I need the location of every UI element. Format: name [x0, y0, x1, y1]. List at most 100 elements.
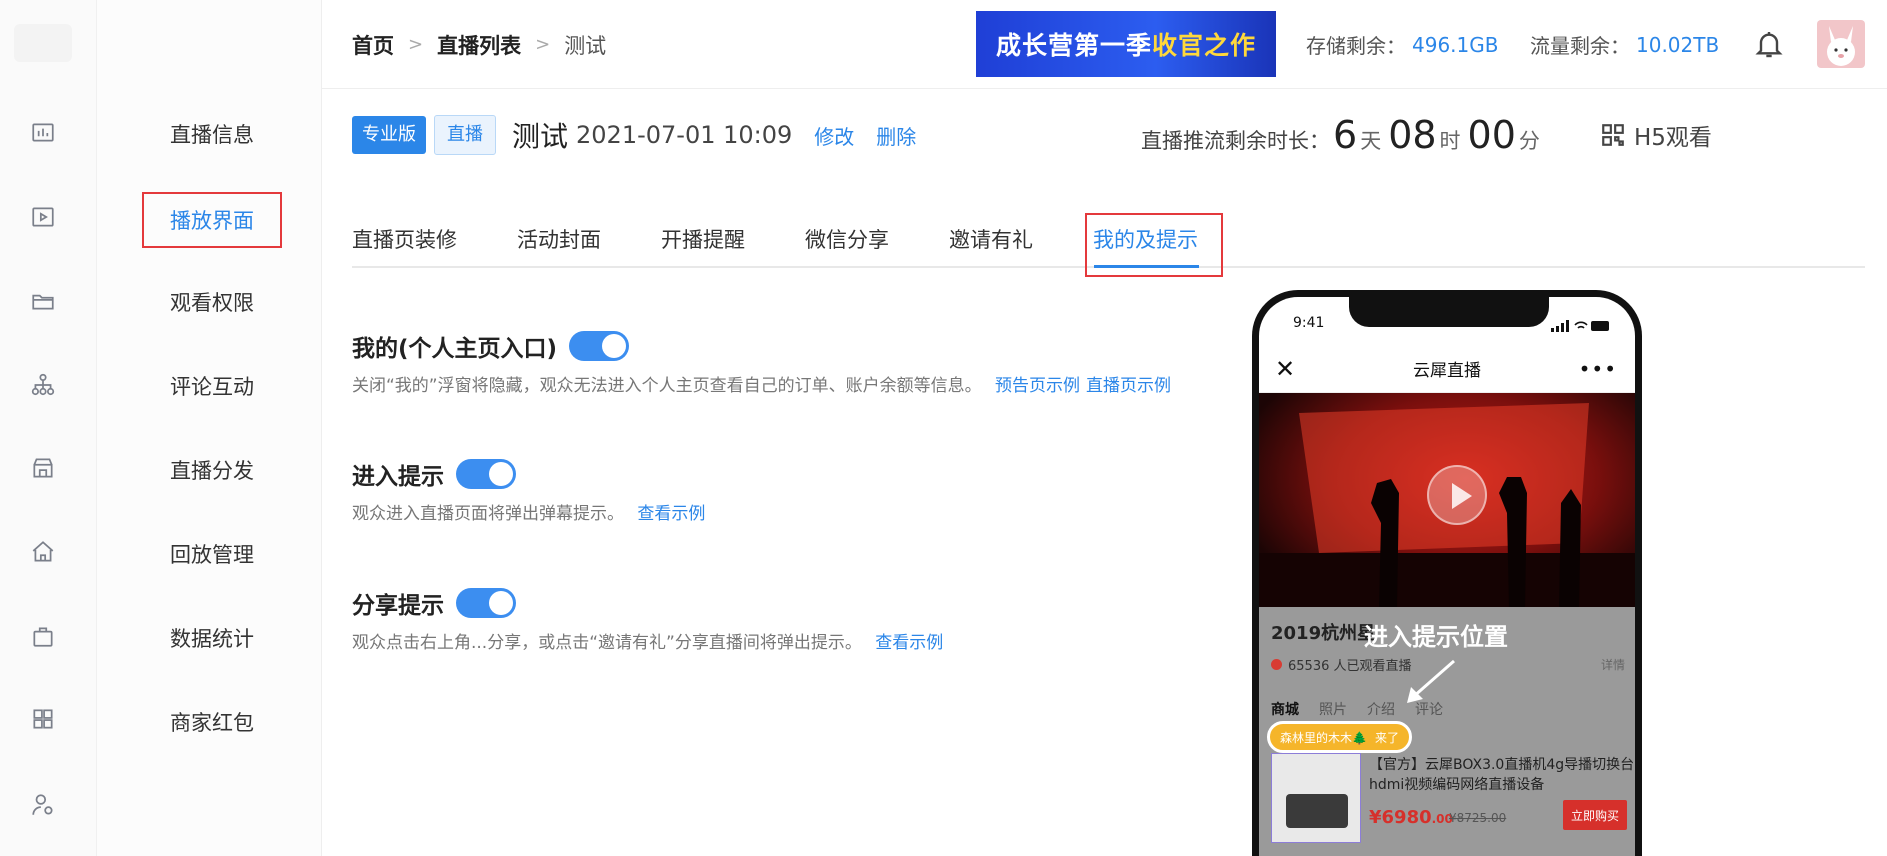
tab-invite-reward[interactable]: 邀请有礼 — [949, 210, 1033, 268]
icon-rail — [0, 0, 97, 856]
edit-link[interactable]: 修改 — [814, 121, 854, 150]
breadcrumb-home[interactable]: 首页 — [352, 30, 394, 60]
h5-view-label: H5观看 — [1634, 125, 1712, 151]
tab-start-reminder[interactable]: 开播提醒 — [661, 210, 745, 268]
enter-hint-position-label: 进入提示位置 — [1364, 623, 1508, 651]
active-tab-underline — [1094, 265, 1199, 268]
live-page-example-link[interactable]: 直播页示例 — [1086, 376, 1171, 396]
promo-banner[interactable]: 成长营第一季 收官之作 — [976, 11, 1276, 77]
top-header: 首页 > 直播列表 > 测试 成长营第一季 收官之作 存储剩余： 496.1GB … — [322, 0, 1887, 89]
bell-icon[interactable] — [1753, 27, 1785, 61]
chevron-right-icon: > — [535, 34, 551, 55]
setting-share-hint-desc: 观众点击右上角...分享，或点击“邀请有礼”分享直播间将弹出提示。 — [352, 633, 862, 653]
viewer-count: 65536 人已观看直播 — [1271, 655, 1412, 674]
buy-now-button[interactable]: 立即购买 — [1563, 800, 1627, 830]
setting-enter-hint-toggle[interactable] — [456, 459, 516, 489]
toast-name: 森林里的木木🌲 — [1280, 730, 1367, 745]
setting-mine-toggle[interactable] — [569, 331, 630, 361]
preview-tab-photos[interactable]: 照片 — [1319, 699, 1347, 719]
storage-value: 496.1GB — [1412, 32, 1499, 57]
setting-mine: 我的(个人主页入口) 关闭“我的”浮窗将隐藏，观众无法进入个人主页查看自己的订单… — [352, 329, 1171, 396]
subnav-item-comments[interactable]: 评论互动 — [142, 358, 282, 414]
traffic-label: 流量剩余： — [1530, 34, 1630, 58]
signal-battery-icon — [1551, 320, 1609, 332]
event-title: 2019杭州星 — [1271, 623, 1376, 644]
h5-view-button[interactable]: H5观看 — [1600, 118, 1712, 152]
traffic-value: 10.02TB — [1636, 32, 1720, 57]
org-icon[interactable] — [28, 370, 58, 400]
more-icon[interactable]: ••• — [1579, 357, 1617, 381]
enter-hint-example-link[interactable]: 查看示例 — [637, 504, 705, 524]
setting-share-hint-toggle[interactable] — [456, 588, 516, 618]
video-player[interactable] — [1259, 393, 1635, 607]
badge-pro: 专业版 — [352, 116, 426, 154]
setting-enter-hint-title: 进入提示 — [352, 464, 444, 490]
user-settings-icon[interactable] — [28, 790, 58, 820]
goods-image[interactable] — [1271, 753, 1361, 843]
subnav-item-permissions[interactable]: 观看权限 — [142, 274, 282, 330]
banner-highlight: 收官之作 — [1152, 31, 1257, 60]
countdown-days-unit: 天 — [1360, 129, 1382, 153]
preview-tab-shop[interactable]: 商城 — [1271, 699, 1299, 719]
live-time: 2021-07-01 10:09 — [576, 121, 793, 149]
countdown-hours: 08 — [1388, 113, 1437, 157]
play-icon[interactable] — [1427, 465, 1487, 525]
grid-icon[interactable] — [28, 704, 58, 734]
close-icon[interactable]: ✕ — [1275, 355, 1295, 383]
countdown-minutes: 00 — [1467, 113, 1516, 157]
logo — [14, 24, 72, 62]
home-icon[interactable] — [28, 537, 58, 567]
tab-mine-and-hints[interactable]: 我的及提示 — [1093, 210, 1198, 268]
breadcrumb-live-list[interactable]: 直播列表 — [437, 30, 521, 60]
toast-action: 来了 — [1374, 730, 1399, 745]
preview-page-example-link[interactable]: 预告页示例 — [995, 376, 1080, 396]
video-icon[interactable] — [28, 202, 58, 232]
countdown-minutes-unit: 分 — [1518, 129, 1540, 153]
preview-tab-intro[interactable]: 介绍 — [1367, 699, 1395, 719]
detail-link[interactable]: 详情 — [1601, 656, 1625, 673]
tab-page-decoration[interactable]: 直播页装修 — [352, 210, 457, 268]
avatar[interactable] — [1817, 20, 1865, 68]
countdown-days: 6 — [1333, 113, 1358, 157]
setting-enter-hint: 进入提示 观众进入直播页面将弹出弹幕提示。 查看示例 — [352, 457, 705, 524]
store-icon[interactable] — [28, 453, 58, 483]
chart-icon[interactable] — [28, 118, 58, 148]
user-icon — [1271, 659, 1282, 670]
setting-enter-hint-desc: 观众进入直播页面将弹出弹幕提示。 — [352, 504, 624, 524]
setting-mine-title: 我的(个人主页入口) — [352, 336, 558, 362]
setting-share-hint-title: 分享提示 — [352, 593, 444, 619]
subnav-item-statistics[interactable]: 数据统计 — [142, 610, 282, 666]
countdown-hours-unit: 时 — [1439, 129, 1461, 153]
tab-activity-cover[interactable]: 活动封面 — [517, 210, 601, 268]
bag-icon[interactable] — [28, 621, 58, 651]
phone-preview: 9:41 ✕ 云犀直播 ••• 2019杭州星 65536 人已观看直播 详情 … — [1252, 290, 1642, 856]
phone-navbar: ✕ 云犀直播 ••• — [1259, 345, 1635, 393]
subnav-item-player-ui[interactable]: 播放界面 — [142, 192, 282, 248]
subnav-item-red-packet[interactable]: 商家红包 — [142, 694, 282, 750]
arrow-icon — [1407, 659, 1455, 703]
breadcrumb-current: 测试 — [564, 33, 607, 58]
breadcrumb: 首页 > 直播列表 > 测试 — [352, 0, 606, 89]
subnav-item-live-info[interactable]: 直播信息 — [142, 106, 282, 162]
qrcode-icon — [1602, 124, 1624, 146]
subnav-item-distribution[interactable]: 直播分发 — [142, 442, 282, 498]
goods-name[interactable]: 【官方】云犀BOX3.0直播机4g导播切换台hdmi视频编码网络直播设备 — [1369, 755, 1635, 795]
setting-mine-desc: 关闭“我的”浮窗将隐藏，观众无法进入个人主页查看自己的订单、账户余额等信息。 — [352, 376, 982, 396]
viewer-count-text: 65536 人已观看直播 — [1288, 659, 1412, 674]
share-hint-example-link[interactable]: 查看示例 — [875, 633, 943, 653]
badge-live: 直播 — [434, 115, 496, 155]
settings-tabs: 直播页装修 活动封面 开播提醒 微信分享 邀请有礼 我的及提示 — [352, 210, 1865, 268]
storage-label: 存储剩余： — [1306, 34, 1406, 58]
subnav-item-replay[interactable]: 回放管理 — [142, 526, 282, 582]
delete-link[interactable]: 删除 — [876, 121, 916, 150]
tab-wechat-share[interactable]: 微信分享 — [805, 210, 889, 268]
phone-time: 9:41 — [1293, 315, 1325, 331]
sub-navigation: 直播信息 播放界面 观看权限 评论互动 直播分发 回放管理 数据统计 商家红包 — [97, 0, 322, 856]
setting-share-hint: 分享提示 观众点击右上角...分享，或点击“邀请有礼”分享直播间将弹出提示。 查… — [352, 586, 943, 653]
stream-countdown: 直播推流剩余时长： 6 天 08 时 00 分 — [1141, 113, 1544, 161]
folder-icon[interactable] — [28, 286, 58, 316]
live-title-row: 专业版 直播 测试 2021-07-01 10:09 修改 删除 — [352, 113, 916, 157]
goods-old-price: ¥8725.00 — [1449, 811, 1507, 825]
chevron-right-icon: > — [408, 34, 424, 55]
device-image — [1286, 794, 1348, 828]
